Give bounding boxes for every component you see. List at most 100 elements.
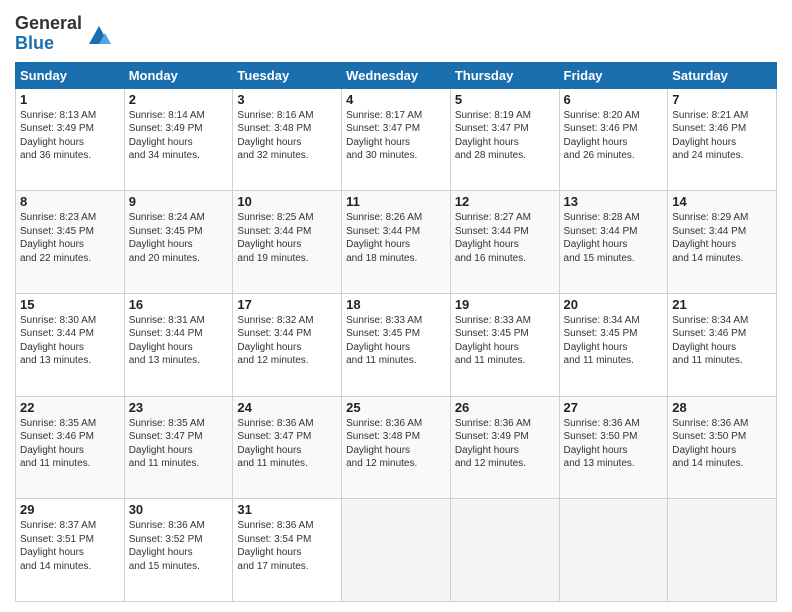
logo-blue: Blue	[15, 33, 54, 53]
day-number: 19	[455, 297, 555, 312]
calendar-week-row: 15 Sunrise: 8:30 AMSunset: 3:44 PMDayligh…	[16, 293, 777, 396]
calendar-day: 17 Sunrise: 8:32 AMSunset: 3:44 PMDayligh…	[233, 293, 342, 396]
day-number: 29	[20, 502, 120, 517]
calendar-header-row: SundayMondayTuesdayWednesdayThursdayFrid…	[16, 62, 777, 88]
day-info: Sunrise: 8:27 AMSunset: 3:44 PMDaylight …	[455, 211, 555, 265]
day-info: Sunrise: 8:36 AMSunset: 3:48 PMDaylight …	[346, 417, 446, 471]
calendar-day: 6Sunrise: 8:20 AMSunset: 3:46 PMDaylight…	[559, 88, 668, 191]
day-number: 5	[455, 92, 555, 107]
calendar-day: 28 Sunrise: 8:36 AMSunset: 3:50 PMDayligh…	[668, 396, 777, 499]
day-info: Sunrise: 8:19 AMSunset: 3:47 PMDaylight …	[455, 109, 555, 163]
day-info: Sunrise: 8:29 AMSunset: 3:44 PMDaylight …	[672, 211, 772, 265]
calendar-day: 10 Sunrise: 8:25 AMSunset: 3:44 PMDayligh…	[233, 191, 342, 294]
day-number: 25	[346, 400, 446, 415]
calendar-day: 21Sunrise: 8:34 AMSunset: 3:46 PMDayligh…	[668, 293, 777, 396]
calendar-day: 4Sunrise: 8:17 AMSunset: 3:47 PMDaylight…	[342, 88, 451, 191]
calendar-day: 24 Sunrise: 8:36 AMSunset: 3:47 PMDayligh…	[233, 396, 342, 499]
calendar-day: 3 Sunrise: 8:16 AMSunset: 3:48 PMDaylight…	[233, 88, 342, 191]
day-info: Sunrise: 8:36 AMSunset: 3:49 PMDaylight …	[455, 417, 555, 471]
day-info: Sunrise: 8:34 AMSunset: 3:45 PMDaylight …	[564, 314, 664, 368]
calendar-day: 18 Sunrise: 8:33 AMSunset: 3:45 PMDayligh…	[342, 293, 451, 396]
logo-general: General	[15, 13, 82, 33]
calendar-day: 15 Sunrise: 8:30 AMSunset: 3:44 PMDayligh…	[16, 293, 125, 396]
calendar-day: 27Sunrise: 8:36 AMSunset: 3:50 PMDayligh…	[559, 396, 668, 499]
calendar-day: 22 Sunrise: 8:35 AMSunset: 3:46 PMDayligh…	[16, 396, 125, 499]
day-number: 23	[129, 400, 229, 415]
day-info: Sunrise: 8:30 AMSunset: 3:44 PMDaylight …	[20, 314, 120, 368]
calendar-day: 26Sunrise: 8:36 AMSunset: 3:49 PMDayligh…	[450, 396, 559, 499]
calendar-day: 20 Sunrise: 8:34 AMSunset: 3:45 PMDayligh…	[559, 293, 668, 396]
day-number: 20	[564, 297, 664, 312]
calendar-day: 1 Sunrise: 8:13 AMSunset: 3:49 PMDaylight…	[16, 88, 125, 191]
day-number: 9	[129, 194, 229, 209]
calendar-day: 30 Sunrise: 8:36 AMSunset: 3:52 PMDayligh…	[124, 499, 233, 602]
calendar-day: 23 Sunrise: 8:35 AMSunset: 3:47 PMDayligh…	[124, 396, 233, 499]
day-number: 2	[129, 92, 229, 107]
calendar-day: 13Sunrise: 8:28 AMSunset: 3:44 PMDayligh…	[559, 191, 668, 294]
calendar-page: General Blue SundayMondayTuesdayWednesda…	[0, 0, 792, 612]
day-number: 28	[672, 400, 772, 415]
day-info: Sunrise: 8:36 AMSunset: 3:50 PMDaylight …	[672, 417, 772, 471]
calendar-week-row: 29 Sunrise: 8:37 AMSunset: 3:51 PMDayligh…	[16, 499, 777, 602]
day-info: Sunrise: 8:37 AMSunset: 3:51 PMDaylight …	[20, 519, 120, 573]
calendar-day: 9 Sunrise: 8:24 AMSunset: 3:45 PMDaylight…	[124, 191, 233, 294]
calendar-day: 31 Sunrise: 8:36 AMSunset: 3:54 PMDayligh…	[233, 499, 342, 602]
day-number: 16	[129, 297, 229, 312]
day-info: Sunrise: 8:31 AMSunset: 3:44 PMDaylight …	[129, 314, 229, 368]
day-info: Sunrise: 8:23 AMSunset: 3:45 PMDaylight …	[20, 211, 120, 265]
day-number: 15	[20, 297, 120, 312]
day-info: Sunrise: 8:26 AMSunset: 3:44 PMDaylight …	[346, 211, 446, 265]
day-number: 21	[672, 297, 772, 312]
day-info: Sunrise: 8:36 AMSunset: 3:52 PMDaylight …	[129, 519, 229, 573]
day-number: 3	[237, 92, 337, 107]
calendar-day: 14 Sunrise: 8:29 AMSunset: 3:44 PMDayligh…	[668, 191, 777, 294]
day-number: 10	[237, 194, 337, 209]
calendar-day: 16 Sunrise: 8:31 AMSunset: 3:44 PMDayligh…	[124, 293, 233, 396]
calendar-day: 12 Sunrise: 8:27 AMSunset: 3:44 PMDayligh…	[450, 191, 559, 294]
day-number: 4	[346, 92, 446, 107]
day-info: Sunrise: 8:36 AMSunset: 3:47 PMDaylight …	[237, 417, 337, 471]
calendar-day: 2 Sunrise: 8:14 AMSunset: 3:49 PMDaylight…	[124, 88, 233, 191]
logo-icon	[85, 20, 113, 48]
calendar-header-thursday: Thursday	[450, 62, 559, 88]
day-number: 30	[129, 502, 229, 517]
calendar-empty-day	[668, 499, 777, 602]
day-info: Sunrise: 8:13 AMSunset: 3:49 PMDaylight …	[20, 109, 120, 163]
day-info: Sunrise: 8:16 AMSunset: 3:48 PMDaylight …	[237, 109, 337, 163]
day-info: Sunrise: 8:35 AMSunset: 3:46 PMDaylight …	[20, 417, 120, 471]
day-number: 12	[455, 194, 555, 209]
day-info: Sunrise: 8:35 AMSunset: 3:47 PMDaylight …	[129, 417, 229, 471]
day-info: Sunrise: 8:33 AMSunset: 3:45 PMDaylight …	[346, 314, 446, 368]
calendar-header-saturday: Saturday	[668, 62, 777, 88]
day-info: Sunrise: 8:36 AMSunset: 3:54 PMDaylight …	[237, 519, 337, 573]
calendar-empty-day	[450, 499, 559, 602]
calendar-day: 5 Sunrise: 8:19 AMSunset: 3:47 PMDaylight…	[450, 88, 559, 191]
day-number: 18	[346, 297, 446, 312]
calendar-day: 11Sunrise: 8:26 AMSunset: 3:44 PMDayligh…	[342, 191, 451, 294]
calendar-header-tuesday: Tuesday	[233, 62, 342, 88]
calendar-header-friday: Friday	[559, 62, 668, 88]
calendar-header-wednesday: Wednesday	[342, 62, 451, 88]
calendar-header-sunday: Sunday	[16, 62, 125, 88]
day-number: 14	[672, 194, 772, 209]
calendar-day: 25 Sunrise: 8:36 AMSunset: 3:48 PMDayligh…	[342, 396, 451, 499]
calendar-empty-day	[559, 499, 668, 602]
day-info: Sunrise: 8:24 AMSunset: 3:45 PMDaylight …	[129, 211, 229, 265]
day-info: Sunrise: 8:14 AMSunset: 3:49 PMDaylight …	[129, 109, 229, 163]
calendar-day: 7Sunrise: 8:21 AMSunset: 3:46 PMDaylight…	[668, 88, 777, 191]
calendar-empty-day	[342, 499, 451, 602]
day-number: 1	[20, 92, 120, 107]
calendar-day: 8 Sunrise: 8:23 AMSunset: 3:45 PMDaylight…	[16, 191, 125, 294]
day-info: Sunrise: 8:28 AMSunset: 3:44 PMDaylight …	[564, 211, 664, 265]
day-number: 8	[20, 194, 120, 209]
calendar-week-row: 8 Sunrise: 8:23 AMSunset: 3:45 PMDaylight…	[16, 191, 777, 294]
day-number: 31	[237, 502, 337, 517]
day-info: Sunrise: 8:32 AMSunset: 3:44 PMDaylight …	[237, 314, 337, 368]
day-number: 22	[20, 400, 120, 415]
calendar-body: 1 Sunrise: 8:13 AMSunset: 3:49 PMDaylight…	[16, 88, 777, 601]
calendar-day: 19Sunrise: 8:33 AMSunset: 3:45 PMDayligh…	[450, 293, 559, 396]
day-number: 17	[237, 297, 337, 312]
calendar-week-row: 1 Sunrise: 8:13 AMSunset: 3:49 PMDaylight…	[16, 88, 777, 191]
day-number: 24	[237, 400, 337, 415]
day-info: Sunrise: 8:25 AMSunset: 3:44 PMDaylight …	[237, 211, 337, 265]
